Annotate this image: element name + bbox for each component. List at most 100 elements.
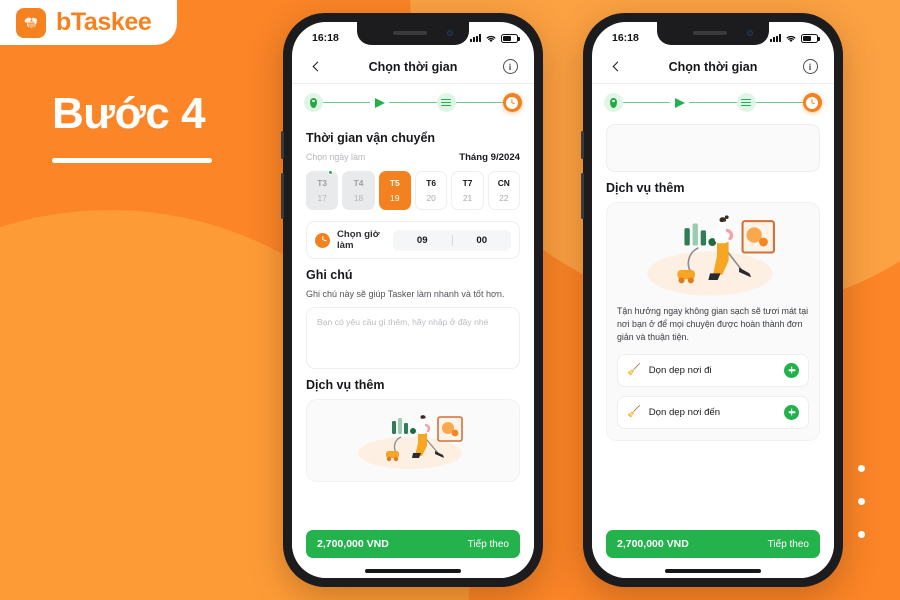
day-picker-header: Chọn ngày làm Tháng 9/2024 — [306, 152, 520, 163]
date-dow: T4 — [353, 178, 364, 188]
transport-section-title: Thời gian vận chuyển — [306, 131, 436, 145]
hour-value: 09 — [416, 234, 428, 246]
notes-subtitle: Ghi chú này sẽ giúp Tasker làm nhanh và … — [306, 289, 505, 299]
step-location[interactable] — [604, 93, 623, 112]
cta-bar-right: 2,700,000 VND Tiếp theo — [592, 522, 834, 564]
brand-logo-text: bTaskee — [56, 8, 152, 36]
date-cell-selected[interactable]: T5 19 — [378, 171, 411, 210]
step-headline-block: Bước 4 — [52, 92, 212, 163]
step-send[interactable] — [370, 93, 389, 112]
back-button[interactable] — [606, 57, 626, 77]
info-button[interactable]: i — [800, 57, 820, 77]
availability-dot — [328, 170, 334, 175]
bee-icon — [16, 7, 46, 38]
date-cell[interactable]: T3 17 — [306, 170, 339, 210]
extra-service-card: Tận hưởng ngay không gian sạch sẽ tươi m… — [606, 202, 820, 441]
status-bar-right: 16:18 — [592, 22, 834, 50]
progress-stepper-right — [592, 84, 834, 122]
date-cell[interactable]: T7 21 — [451, 171, 484, 210]
time-picker-label: Chọn giờ làm — [337, 229, 380, 251]
page-title: Chọn thời gian — [368, 59, 458, 74]
list-lines-icon — [741, 98, 752, 107]
date-num: 22 — [499, 193, 509, 203]
scroll-body-right[interactable]: Dịch vụ thêm Tận hưởng ngay không gian s… — [592, 122, 834, 522]
month-label: Tháng 9/2024 — [459, 152, 520, 163]
step-time[interactable] — [802, 93, 822, 112]
info-icon: i — [802, 59, 818, 74]
wifi-icon — [486, 35, 496, 42]
home-indicator — [292, 564, 534, 578]
notes-input[interactable]: Bạn có yêu cầu gì thêm, hãy nhập ở đây n… — [306, 307, 520, 369]
notes-section-title: Ghi chú — [306, 268, 353, 282]
decorative-dot-grid — [824, 465, 892, 564]
broom-icon: 🧹 — [627, 405, 641, 418]
minute-value: 00 — [476, 234, 488, 246]
scroll-body-left[interactable]: Thời gian vận chuyển Chọn ngày làm Tháng… — [292, 122, 534, 522]
clock-icon — [506, 96, 519, 109]
service-option-row[interactable]: 🧹 Dọn dẹp nơi đến — [617, 395, 809, 429]
next-button[interactable]: 2,700,000 VND Tiếp theo — [606, 530, 820, 558]
back-button[interactable] — [306, 57, 326, 77]
date-strip[interactable]: T3 17 T4 18 T5 19 T6 20 T7 21 CN 22 — [306, 170, 520, 210]
brand-logo: bTaskee — [0, 0, 178, 45]
step-send[interactable] — [670, 93, 689, 112]
step-title: Bước 4 — [52, 89, 206, 138]
step-connector — [689, 101, 737, 104]
plus-icon[interactable] — [784, 362, 799, 378]
next-button[interactable]: 2,700,000 VND Tiếp theo — [306, 530, 520, 558]
date-cell[interactable]: CN 22 — [487, 171, 520, 210]
status-time: 16:18 — [312, 32, 339, 44]
dot — [824, 531, 831, 538]
plus-icon[interactable] — [784, 404, 799, 420]
status-time: 16:18 — [612, 32, 639, 44]
status-icons — [770, 33, 820, 43]
total-price: 2,700,000 VND — [317, 538, 389, 550]
date-dow: T7 — [462, 178, 473, 188]
phone-mockup-left: 16:18 Chọn thời gian i Thời gian vận chu… — [281, 13, 543, 587]
send-arrow-icon — [374, 97, 385, 108]
signal-icon — [770, 34, 781, 42]
step-details[interactable] — [736, 93, 756, 112]
date-num: 19 — [390, 193, 400, 203]
date-dow: T5 — [389, 178, 400, 188]
step-details[interactable] — [436, 93, 456, 112]
date-dow: T3 — [317, 178, 328, 188]
service-option-label: Dọn dẹp nơi đến — [648, 406, 721, 418]
total-price: 2,700,000 VND — [617, 538, 689, 550]
step-connector — [323, 101, 371, 104]
next-label: Tiếp theo — [467, 538, 509, 550]
status-bar-left: 16:18 — [292, 22, 534, 50]
person-vacuuming-illustration — [617, 213, 809, 299]
info-button[interactable]: i — [500, 57, 520, 77]
phone-mockup-right: 16:18 Chọn thời gian i Dịch vụ thêm Tận … — [581, 13, 843, 587]
dot — [824, 498, 831, 505]
list-lines-icon — [441, 98, 452, 107]
dot — [858, 531, 865, 538]
send-arrow-icon — [674, 97, 685, 108]
chevron-left-icon — [312, 61, 323, 72]
dot — [858, 465, 865, 472]
signal-icon — [470, 34, 481, 42]
nav-bar-left: Chọn thời gian i — [292, 50, 534, 84]
info-icon: i — [502, 59, 518, 74]
date-num: 20 — [426, 193, 436, 203]
service-option-row[interactable]: 🧹 Dọn dẹp nơi đi — [617, 353, 809, 387]
next-label: Tiếp theo — [767, 538, 809, 550]
step-connector — [623, 101, 671, 104]
nav-bar-right: Chọn thời gian i — [592, 50, 834, 84]
step-connector — [389, 101, 437, 104]
date-cell[interactable]: T6 20 — [414, 171, 448, 210]
dot — [824, 465, 831, 472]
step-time[interactable] — [502, 93, 522, 112]
step-location[interactable] — [304, 93, 323, 112]
date-num: 17 — [317, 193, 327, 203]
notes-input-partial[interactable] — [606, 124, 820, 172]
chevron-left-icon — [612, 61, 623, 72]
clock-icon — [806, 96, 819, 109]
date-cell[interactable]: T4 18 — [342, 171, 375, 210]
time-value-box[interactable]: 09 00 — [393, 229, 511, 251]
wifi-icon — [786, 35, 796, 42]
step-connector — [755, 101, 803, 104]
extra-service-card[interactable] — [306, 399, 520, 482]
time-picker-row[interactable]: Chọn giờ làm 09 00 — [306, 221, 520, 259]
